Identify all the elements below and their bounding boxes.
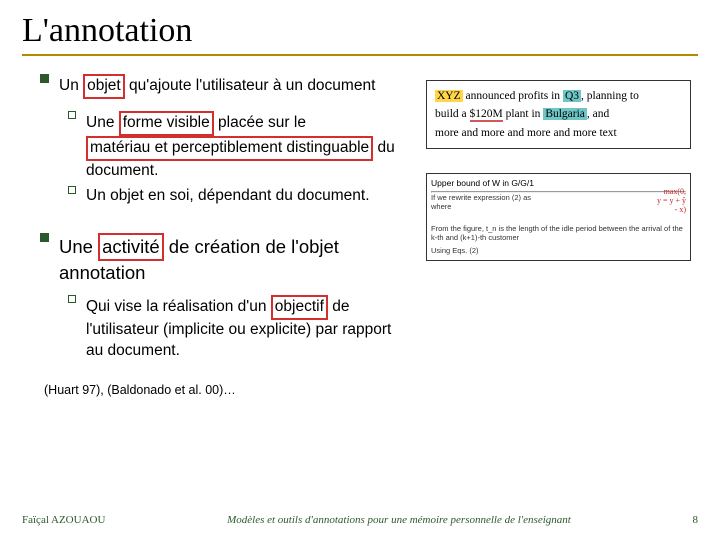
text: placée sur le (214, 114, 306, 131)
fig1-line3: more and more and more and more text (435, 124, 682, 142)
fig2-line: From the figure, t_n is the length of th… (431, 224, 686, 243)
bullet-1-sub-2: Un objet en soi, dépendant du document. (68, 186, 412, 207)
text-column: Un objet qu'ajoute l'utilisateur à un do… (22, 74, 412, 397)
footer-author: Faïçal AZOUAOU (22, 514, 105, 526)
teal-highlight: Bulgaria (543, 108, 587, 120)
sub-text: Une forme visible placée sur le matériau… (86, 111, 412, 182)
bullet-2: Une activité de création de l'objet anno… (40, 233, 412, 285)
fig1-line2: build a $120M plant in Bulgaria, and (435, 105, 682, 123)
highlight-box: objet (83, 74, 125, 99)
sub-text: Qui vise la réalisation d'un objectif de… (86, 295, 412, 362)
text: Qui vise la réalisation d'un (86, 298, 271, 315)
page-number: 8 (693, 514, 699, 526)
slide: L'annotation Un objet qu'ajoute l'utilis… (0, 0, 720, 540)
figure-2: Upper bound of W in G/G/1 If we rewrite … (426, 173, 691, 261)
hollow-bullet-icon (68, 186, 76, 194)
highlight-box: forme visible (119, 111, 214, 136)
slide-title: L'annotation (22, 12, 698, 50)
text: announced profits in (463, 90, 563, 102)
red-underline: $120M (470, 108, 503, 122)
handwritten-annotation: max(0, y = y + ŷ - x) (657, 188, 686, 214)
highlight-box: objectif (271, 295, 328, 320)
fig2-line: If we rewrite expression (2) as (431, 193, 686, 202)
text: , and (587, 108, 609, 120)
bullet-2-sub-1: Qui vise la réalisation d'un objectif de… (68, 295, 412, 362)
square-bullet-icon (40, 74, 49, 83)
text: qu'ajoute l'utilisateur à un document (125, 77, 376, 94)
footer-title: Modèles et outils d'annotations pour une… (105, 514, 692, 526)
content-row: Un objet qu'ajoute l'utilisateur à un do… (22, 74, 698, 397)
title-underline (22, 54, 698, 56)
text: , planning to (581, 90, 639, 102)
text: Une (59, 236, 98, 257)
text: Une (86, 114, 119, 131)
fig1-line1: XYZ announced profits in Q3, planning to (435, 87, 682, 105)
bullet-1: Un objet qu'ajoute l'utilisateur à un do… (40, 74, 412, 99)
fig2-line: Using Eqs. (2) (431, 246, 686, 255)
teal-highlight: Q3 (563, 90, 581, 102)
bullet-2-text: Une activité de création de l'objet anno… (59, 233, 412, 285)
hollow-bullet-icon (68, 111, 76, 119)
fig2-line: where (431, 202, 686, 211)
text: build a (435, 108, 470, 120)
text: Un (59, 77, 83, 94)
scribble-text: - x) (657, 206, 686, 215)
footer: Faïçal AZOUAOU Modèles et outils d'annot… (22, 514, 698, 526)
highlight-box: activité (98, 233, 164, 261)
sub-text: Un objet en soi, dépendant du document. (86, 186, 412, 207)
yellow-highlight: XYZ (435, 90, 463, 102)
fig2-caption: Upper bound of W in G/G/1 (431, 178, 686, 189)
square-bullet-icon (40, 233, 49, 242)
figure-column: XYZ announced profits in Q3, planning to… (426, 74, 691, 397)
bullet-1-text: Un objet qu'ajoute l'utilisateur à un do… (59, 74, 412, 99)
hollow-bullet-icon (68, 295, 76, 303)
bullet-1-sub-1: Une forme visible placée sur le matériau… (68, 111, 412, 182)
figure-1: XYZ announced profits in Q3, planning to… (426, 80, 691, 149)
text: plant in (503, 108, 544, 120)
highlight-box: matériau et perceptiblement distinguable (86, 136, 373, 161)
references: (Huart 97), (Baldonado et al. 00)… (44, 383, 412, 397)
